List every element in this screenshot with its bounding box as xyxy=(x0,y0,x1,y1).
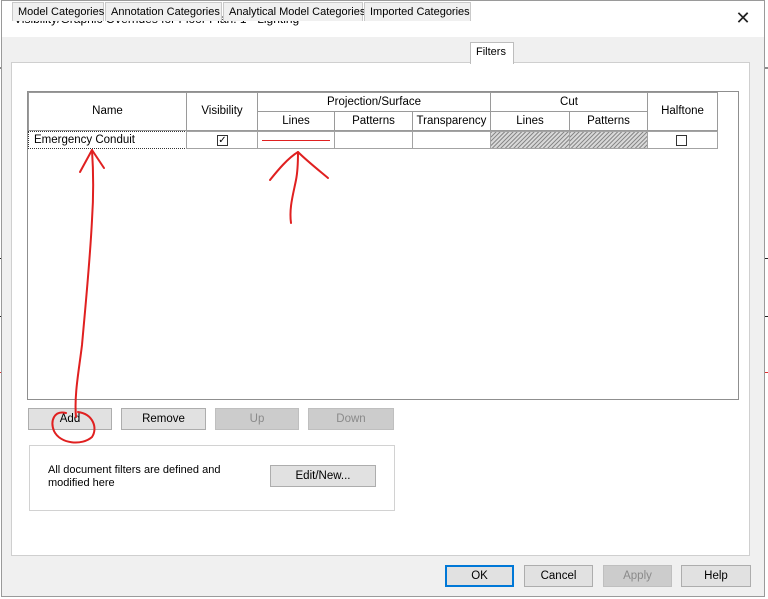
tab-analytical-model-categories[interactable]: Analytical Model Categories xyxy=(223,2,366,21)
close-icon[interactable]: ✕ xyxy=(732,7,754,29)
info-text: All document filters are defined and mod… xyxy=(48,464,221,489)
column-header-patterns[interactable]: Patterns xyxy=(334,111,413,131)
tab-label: Annotation Categories xyxy=(111,6,220,18)
tab-imported-categories[interactable]: Imported Categories xyxy=(364,2,471,21)
column-header-halftone[interactable]: Halftone xyxy=(647,92,718,131)
visibility-cell[interactable]: ✓ xyxy=(186,131,258,149)
apply-button[interactable]: Apply xyxy=(603,565,672,587)
up-button[interactable]: Up xyxy=(215,408,299,430)
cut-lines-cell xyxy=(490,131,570,149)
column-header-lines[interactable]: Lines xyxy=(257,111,335,131)
tab-label: Filters xyxy=(476,46,506,58)
projection-lines-cell[interactable] xyxy=(257,131,335,149)
help-button[interactable]: Help xyxy=(681,565,751,587)
column-header-cut-lines[interactable]: Lines xyxy=(490,111,570,131)
halftone-checkbox[interactable] xyxy=(676,135,687,146)
tab-label: Model Categories xyxy=(18,6,105,18)
tab-annotation-categories[interactable]: Annotation Categories xyxy=(105,2,222,21)
column-header-name[interactable]: Name xyxy=(28,92,187,131)
down-button[interactable]: Down xyxy=(308,408,394,430)
column-group-cut: Cut xyxy=(490,92,648,112)
projection-transparency-cell[interactable] xyxy=(412,131,491,149)
tab-model-categories[interactable]: Model Categories xyxy=(12,2,104,21)
ok-button[interactable]: OK xyxy=(445,565,514,587)
column-header-visibility[interactable]: Visibility xyxy=(186,92,258,131)
edit-new-button[interactable]: Edit/New... xyxy=(270,465,376,487)
column-group-projection-surface: Projection/Surface xyxy=(257,92,491,112)
cut-patterns-cell xyxy=(569,131,648,149)
halftone-cell[interactable] xyxy=(647,131,718,149)
tab-label: Analytical Model Categories xyxy=(229,6,366,18)
add-button[interactable]: Add xyxy=(28,408,112,430)
tab-label: Imported Categories xyxy=(370,6,470,18)
column-header-cut-patterns[interactable]: Patterns xyxy=(569,111,648,131)
projection-patterns-cell[interactable] xyxy=(334,131,413,149)
filter-name: Emergency Conduit xyxy=(34,134,135,146)
tab-filters[interactable]: Filters xyxy=(470,42,514,64)
line-color-swatch xyxy=(262,140,330,141)
visibility-checkbox[interactable]: ✓ xyxy=(217,135,228,146)
column-header-transparency[interactable]: Transparency xyxy=(412,111,491,131)
cancel-button[interactable]: Cancel xyxy=(524,565,593,587)
remove-button[interactable]: Remove xyxy=(121,408,206,430)
filter-name-cell[interactable]: Emergency Conduit xyxy=(28,131,187,149)
